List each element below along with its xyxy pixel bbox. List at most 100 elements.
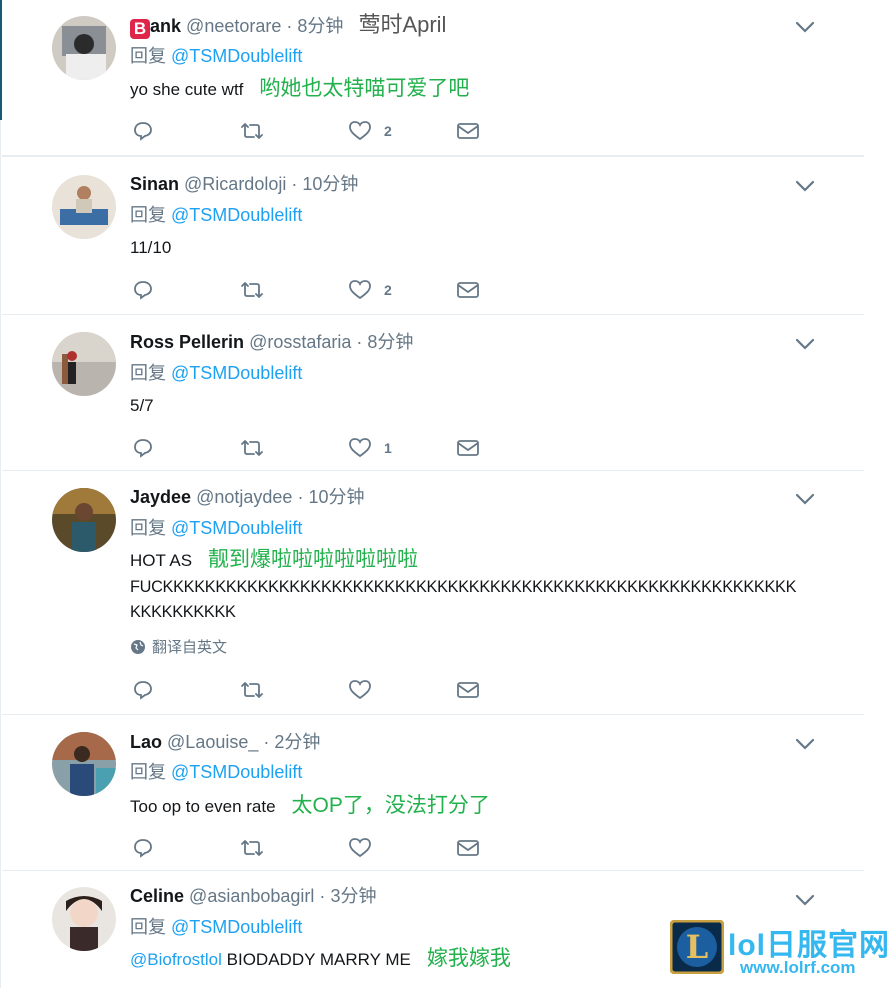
tweet-header: Sinan @Ricardoloji · 10分钟 (130, 173, 358, 195)
reply-mention-link[interactable]: @TSMDoublelift (171, 46, 302, 66)
translate-link[interactable]: 翻译自英文 (130, 636, 227, 657)
chevron-down-icon[interactable] (794, 492, 816, 506)
reply-context: 回复 @TSMDoublelift (130, 45, 302, 67)
dm-button[interactable] (456, 437, 480, 459)
timestamp[interactable]: 10分钟 (308, 487, 364, 507)
reply-icon (134, 439, 152, 458)
separator-dot: · (297, 487, 304, 507)
like-button[interactable] (348, 679, 456, 701)
dm-button[interactable] (456, 120, 480, 142)
reply-mention-link[interactable]: @TSMDoublelift (171, 205, 302, 225)
separator-dot: · (356, 332, 363, 352)
tweet-header: Lao @Laouise_ · 2分钟 (130, 731, 320, 753)
chevron-down-icon[interactable] (794, 179, 816, 193)
avatar[interactable] (52, 732, 116, 796)
separator-dot: · (286, 16, 293, 36)
reply-button[interactable] (132, 679, 240, 701)
like-count: 2 (384, 282, 392, 298)
avatar[interactable] (52, 175, 116, 239)
retweet-button[interactable] (240, 837, 348, 859)
reply-mention-link[interactable]: @TSMDoublelift (171, 917, 302, 937)
user-handle[interactable]: @asianbobagirl (189, 886, 314, 906)
display-name[interactable]: Ross Pellerin (130, 332, 244, 352)
dm-button[interactable] (456, 837, 480, 859)
user-handle[interactable]: @Ricardoloji (184, 174, 286, 194)
reply-button[interactable] (132, 279, 240, 301)
like-button[interactable]: 2 (348, 279, 456, 301)
reply-button[interactable] (132, 837, 240, 859)
separator-dot: · (319, 886, 326, 906)
chevron-down-icon[interactable] (794, 337, 816, 351)
user-handle[interactable]: @neetorare (186, 16, 281, 36)
separator-dot: · (291, 174, 298, 194)
reply-prefix: 回复 (130, 205, 166, 225)
tweet[interactable]: Bank @neetorare · 8分钟 莺时April 回复 @TSMDou… (2, 0, 864, 156)
reply-button[interactable] (132, 437, 240, 459)
reply-icon (134, 122, 152, 141)
like-button[interactable]: 1 (348, 437, 456, 459)
display-name[interactable]: Lao (130, 732, 162, 752)
left-divider (0, 120, 1, 988)
tweet[interactable]: Lao @Laouise_ · 2分钟 回复 @TSMDoublelift To… (2, 715, 864, 871)
translation-annotation: 哟她也太特喵可爱了吧 (259, 77, 470, 100)
user-handle[interactable]: @notjaydee (196, 487, 292, 507)
reply-mention-link[interactable]: @TSMDoublelift (171, 762, 302, 782)
retweet-button[interactable] (240, 679, 348, 701)
chevron-down-icon[interactable] (794, 20, 816, 34)
timestamp[interactable]: 8分钟 (367, 332, 413, 352)
heart-icon (349, 838, 371, 858)
tweet-actions: 1 (132, 437, 480, 459)
timestamp[interactable]: 10分钟 (302, 174, 358, 194)
avatar[interactable] (52, 16, 116, 80)
timestamp[interactable]: 3分钟 (330, 886, 376, 906)
reply-mention-link[interactable]: @TSMDoublelift (171, 363, 302, 383)
avatar[interactable] (52, 332, 116, 396)
tweet-header: Jaydee @notjaydee · 10分钟 (130, 486, 364, 508)
tweet[interactable]: Ross Pellerin @rosstafaria · 8分钟 回复 @TSM… (2, 315, 864, 471)
reply-context: 回复 @TSMDoublelift (130, 362, 302, 384)
reply-context: 回复 @TSMDoublelift (130, 204, 302, 226)
timestamp[interactable]: 2分钟 (274, 732, 320, 752)
translate-label: 翻译自英文 (152, 639, 228, 656)
display-name[interactable]: Sinan (130, 174, 179, 194)
mail-icon (457, 840, 479, 856)
retweet-icon (241, 282, 263, 298)
tweet[interactable]: Jaydee @notjaydee · 10分钟 回复 @TSMDoubleli… (2, 471, 864, 715)
tweet-text: yo she cute wtf 哟她也太特喵可爱了吧 (130, 76, 469, 103)
retweet-icon (241, 123, 263, 139)
name-badge: B (130, 19, 150, 39)
like-count: 1 (384, 440, 392, 456)
avatar[interactable] (52, 488, 116, 552)
timestamp[interactable]: 8分钟 (297, 16, 343, 36)
display-name[interactable]: ank (150, 16, 181, 36)
retweet-button[interactable] (240, 120, 348, 142)
user-handle[interactable]: @Laouise_ (167, 732, 258, 752)
retweet-icon (241, 440, 263, 456)
dm-button[interactable] (456, 279, 480, 301)
tweet-text-line-3: KKKKKKKKKK (130, 603, 236, 621)
dm-button[interactable] (456, 679, 480, 701)
tweet-text: Too op to even rate 太OP了，没法打分了 (130, 793, 490, 820)
mail-icon (457, 440, 479, 456)
user-handle[interactable]: @rosstafaria (249, 332, 351, 352)
tweet-actions: 2 (132, 120, 480, 142)
like-button[interactable] (348, 837, 456, 859)
reply-button[interactable] (132, 120, 240, 142)
body-mention-link[interactable]: @Biofrostlol (130, 950, 222, 969)
tweet-body: HOT AS (130, 551, 193, 570)
retweet-button[interactable] (240, 279, 348, 301)
like-button[interactable]: 2 (348, 120, 456, 142)
mail-icon (457, 282, 479, 298)
display-name[interactable]: Jaydee (130, 487, 191, 507)
reply-prefix: 回复 (130, 363, 166, 383)
lol-logo-icon: L (670, 920, 724, 974)
retweet-button[interactable] (240, 437, 348, 459)
chevron-down-icon[interactable] (794, 737, 816, 751)
reply-prefix: 回复 (130, 518, 166, 538)
tweet[interactable]: Sinan @Ricardoloji · 10分钟 回复 @TSMDoublel… (2, 156, 864, 315)
reply-mention-link[interactable]: @TSMDoublelift (171, 518, 302, 538)
chevron-down-icon[interactable] (794, 893, 816, 907)
tweet-text-line-2: FUCKKKKKKKKKKKKKKKKKKKKKKKKKKKKKKKKKKKKK… (130, 578, 797, 596)
display-name[interactable]: Celine (130, 886, 184, 906)
avatar[interactable] (52, 887, 116, 951)
